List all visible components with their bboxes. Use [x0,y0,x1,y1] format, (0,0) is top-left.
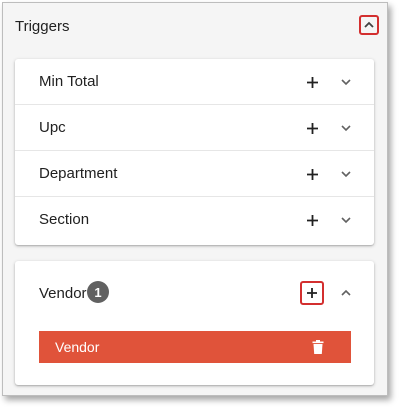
vendor-item[interactable]: Vendor [39,331,351,363]
trigger-label: Department [39,165,118,182]
trigger-label: Upc [39,119,66,136]
expand-min-total-button[interactable] [338,74,354,90]
delete-vendor-button[interactable] [311,339,325,355]
vendor-trigger-card: Vendor 1 Vendor [15,261,374,385]
chevron-up-icon [364,21,374,28]
triggers-header: Triggers [3,3,387,51]
plus-icon [307,288,317,298]
add-section-button[interactable] [302,210,322,230]
expand-upc-button[interactable] [338,120,354,136]
chevron-down-icon [341,79,351,86]
chevron-down-icon [341,217,351,224]
add-vendor-button[interactable] [300,281,324,305]
trigger-row-department[interactable]: Department [15,151,374,197]
triggers-panel: Triggers Min Total Upc Department Sectio… [2,2,388,396]
add-upc-button[interactable] [302,118,322,138]
expand-department-button[interactable] [338,166,354,182]
plus-icon [306,122,318,134]
triggers-list-card: Min Total Upc Department Section [15,59,374,245]
plus-icon [306,168,318,180]
vendor-count-badge: 1 [87,281,109,303]
trigger-label: Section [39,211,90,228]
triggers-title: Triggers [15,18,70,35]
vendor-label: Vendor [39,285,87,302]
chevron-up-icon [341,289,351,296]
plus-icon [306,214,318,226]
add-department-button[interactable] [302,164,322,184]
vendor-item-label: Vendor [55,339,100,355]
chevron-down-icon [341,125,351,132]
trigger-label: Min Total [39,73,99,90]
chevron-down-icon [341,171,351,178]
collapse-triggers-button[interactable] [359,15,379,35]
expand-section-button[interactable] [338,212,354,228]
trigger-row-upc[interactable]: Upc [15,105,374,151]
collapse-vendor-button[interactable] [338,285,354,301]
plus-icon [306,76,318,88]
vendor-header[interactable]: Vendor 1 [15,261,374,323]
trash-icon [312,340,324,354]
add-min-total-button[interactable] [302,72,322,92]
trigger-row-min-total[interactable]: Min Total [15,59,374,105]
trigger-row-section[interactable]: Section [15,197,374,243]
